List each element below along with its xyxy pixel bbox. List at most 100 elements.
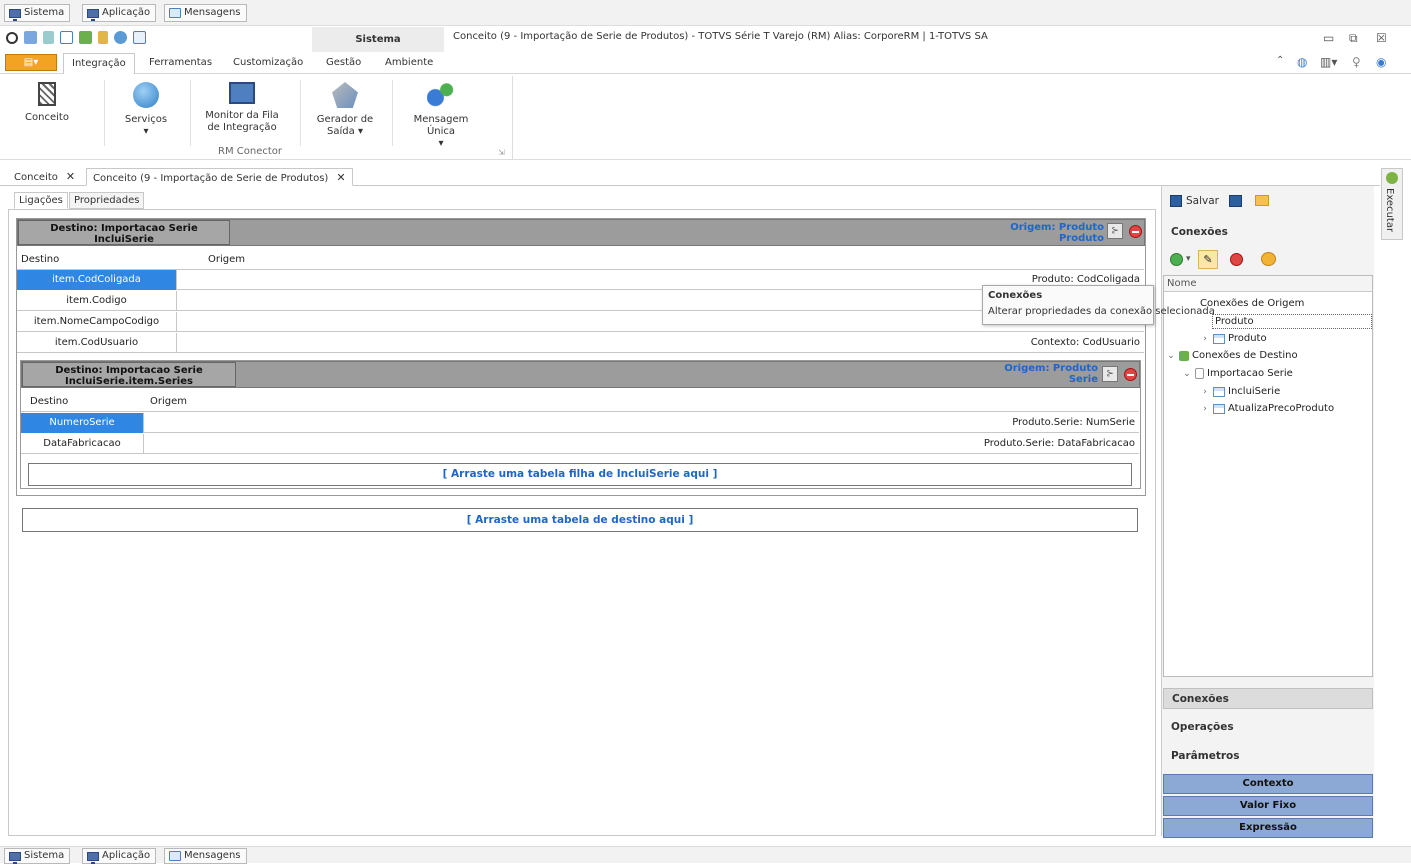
nav-conexoes[interactable]: Conexões xyxy=(1163,688,1373,709)
tree-node-produto-table[interactable]: › Produto xyxy=(1200,333,1266,344)
save-button[interactable]: Salvar xyxy=(1170,195,1219,207)
monitor-fila-button[interactable]: Monitor da Fila de Integração xyxy=(200,82,284,134)
tab-propriedades[interactable]: Propriedades xyxy=(69,192,145,209)
link-icon[interactable]: ⊱ xyxy=(1107,223,1123,239)
tab-conceito[interactable]: Conceito ✕ xyxy=(8,168,81,186)
tab-integracao[interactable]: Integração xyxy=(63,53,135,75)
mensagem-unica-button[interactable]: Mensagem Única ▾ xyxy=(400,82,482,150)
tree-header: Nome xyxy=(1164,276,1372,292)
table-row[interactable]: item.Codigo xyxy=(17,291,1144,311)
table-icon xyxy=(1213,333,1225,344)
minimize-icon[interactable]: ▭ xyxy=(1323,31,1334,45)
nav-parametros[interactable]: Parâmetros xyxy=(1163,746,1373,767)
tab-customizacao[interactable]: Customização xyxy=(233,55,303,71)
table-header: Destino Origem xyxy=(21,392,1139,412)
tree-node-atualizaprecoproduto[interactable]: › AtualizaPrecoProduto xyxy=(1200,403,1334,414)
chevron-down-icon[interactable]: ▾ xyxy=(1186,254,1191,264)
table-row[interactable]: item.CodColigada Produto: CodColigada xyxy=(17,270,1144,290)
window-title: Conceito (9 - Importação de Serie de Pro… xyxy=(453,31,988,42)
taskbar-sistema-button[interactable]: Sistema xyxy=(4,4,71,22)
panel-destination-title: Destino: Importacao Serie IncluiSerie xyxy=(18,220,230,245)
chevron-down-icon[interactable]: ⌄ xyxy=(1166,351,1176,361)
tooltip: Conexões Alterar propriedades da conexão… xyxy=(982,285,1215,325)
save-icon xyxy=(1170,195,1182,207)
tab-gestao[interactable]: Gestão xyxy=(326,55,361,71)
message-icon xyxy=(169,851,181,861)
restore-icon[interactable]: ⧉ xyxy=(1349,31,1358,46)
bottom-taskbar: Sistema Aplicação Mensagens xyxy=(0,846,1411,864)
copy-icon[interactable] xyxy=(133,31,146,44)
executar-label: Executar xyxy=(1384,188,1395,233)
tree-node-produto[interactable]: Produto xyxy=(1212,314,1372,329)
tab-ferramentas[interactable]: Ferramentas xyxy=(149,55,212,71)
monitor-icon xyxy=(229,82,255,104)
close-icon[interactable]: ☒ xyxy=(1376,31,1387,45)
lightbulb-icon[interactable]: ♀ xyxy=(1352,55,1361,69)
table-row[interactable]: NumeroSerie Produto.Serie: NumSerie xyxy=(21,413,1139,433)
quick-access-toolbar xyxy=(6,31,146,44)
chevron-right-icon[interactable]: › xyxy=(1200,334,1210,344)
valor-fixo-button[interactable]: Valor Fixo xyxy=(1163,796,1373,816)
tab-conceito-9[interactable]: Conceito (9 - Importação de Serie de Pro… xyxy=(86,168,353,186)
monitor-icon xyxy=(9,851,21,864)
close-tab-icon[interactable]: ✕ xyxy=(336,171,345,184)
table-row[interactable]: item.NomeCampoCodigo xyxy=(17,312,1144,332)
collapse-ribbon-icon[interactable]: ⌃ xyxy=(1276,55,1284,66)
document-icon[interactable] xyxy=(43,31,54,44)
destination-table-dropzone[interactable]: [ Arraste uma tabela de destino aqui ] xyxy=(22,508,1138,532)
add-connection-icon[interactable] xyxy=(1170,253,1183,266)
taskbar-aplicacao-button[interactable]: Aplicação xyxy=(82,4,157,22)
table-row[interactable]: DataFabricacao Produto.Serie: DataFabric… xyxy=(21,434,1139,454)
globe-icon[interactable] xyxy=(114,31,127,44)
tree-node-conexoes-origem[interactable]: Conexões de Origem xyxy=(1200,298,1304,309)
group-expand-icon[interactable]: ⇲ xyxy=(498,148,505,157)
window-icon[interactable] xyxy=(60,31,73,44)
edit-connection-icon[interactable]: ✎ xyxy=(1198,250,1218,269)
link-icon[interactable]: ⊱ xyxy=(1102,366,1118,382)
connection-icon xyxy=(1179,350,1189,361)
table-row[interactable]: item.CodUsuario Contexto: CodUsuario xyxy=(17,333,1144,353)
export-icon[interactable] xyxy=(79,31,92,44)
remove-connection-icon[interactable] xyxy=(1230,253,1243,266)
tab-ligacoes[interactable]: Ligações xyxy=(14,192,68,209)
panel-destination-title: Destino: Importacao Serie IncluiSerie.it… xyxy=(22,362,236,387)
monitor-icon xyxy=(87,851,99,864)
layout-icon[interactable]: ▥▾ xyxy=(1320,55,1337,69)
user-icon[interactable] xyxy=(98,31,108,44)
chevron-right-icon[interactable]: › xyxy=(1200,404,1210,414)
globe-icon[interactable]: ◍ xyxy=(1297,55,1307,69)
help-icon[interactable]: ◉ xyxy=(1376,55,1386,69)
taskbar-mensagens-button[interactable]: Mensagens xyxy=(164,4,247,22)
app-logo-icon[interactable] xyxy=(6,31,18,44)
remove-icon[interactable] xyxy=(1124,368,1137,381)
child-table-dropzone[interactable]: [ Arraste uma tabela filha de IncluiSeri… xyxy=(28,463,1132,486)
connections-tree xyxy=(1163,275,1373,677)
close-tab-icon[interactable]: ✕ xyxy=(66,170,75,183)
chevron-right-icon[interactable]: › xyxy=(1200,387,1210,397)
tree-node-conexoes-destino[interactable]: ⌄ Conexões de Destino xyxy=(1166,350,1297,361)
taskbar-sistema-button[interactable]: Sistema xyxy=(4,848,71,864)
context-tab-sistema[interactable]: Sistema xyxy=(312,27,444,52)
taskbar-aplicacao-button[interactable]: Aplicação xyxy=(82,848,157,864)
servicos-button[interactable]: Serviços ▾ xyxy=(116,82,176,138)
generator-icon xyxy=(332,82,358,108)
tree-node-importacao-serie[interactable]: ⌄ Importacao Serie xyxy=(1182,368,1293,379)
people-icon[interactable] xyxy=(24,31,37,44)
expressao-button[interactable]: Expressão xyxy=(1163,818,1373,838)
nav-operacoes[interactable]: Operações xyxy=(1163,717,1373,738)
save-as-icon[interactable] xyxy=(1229,195,1242,207)
open-folder-icon[interactable] xyxy=(1255,195,1269,206)
section-title-conexoes: Conexões xyxy=(1171,226,1228,238)
chevron-down-icon[interactable]: ⌄ xyxy=(1182,369,1192,379)
table-header: Destino Origem xyxy=(17,250,1144,270)
gerador-saida-button[interactable]: Gerador de Saída ▾ xyxy=(310,82,380,138)
remove-icon[interactable] xyxy=(1129,225,1142,238)
conceito-button[interactable]: Conceito xyxy=(22,82,72,124)
monitor-icon xyxy=(9,8,21,21)
refresh-icon[interactable] xyxy=(1261,252,1276,266)
app-menu-button[interactable]: ▤▾ xyxy=(5,54,57,71)
tab-ambiente[interactable]: Ambiente xyxy=(385,55,433,71)
taskbar-mensagens-button[interactable]: Mensagens xyxy=(164,848,247,864)
contexto-button[interactable]: Contexto xyxy=(1163,774,1373,794)
tree-node-incluiserie[interactable]: › IncluiSerie xyxy=(1200,386,1280,397)
